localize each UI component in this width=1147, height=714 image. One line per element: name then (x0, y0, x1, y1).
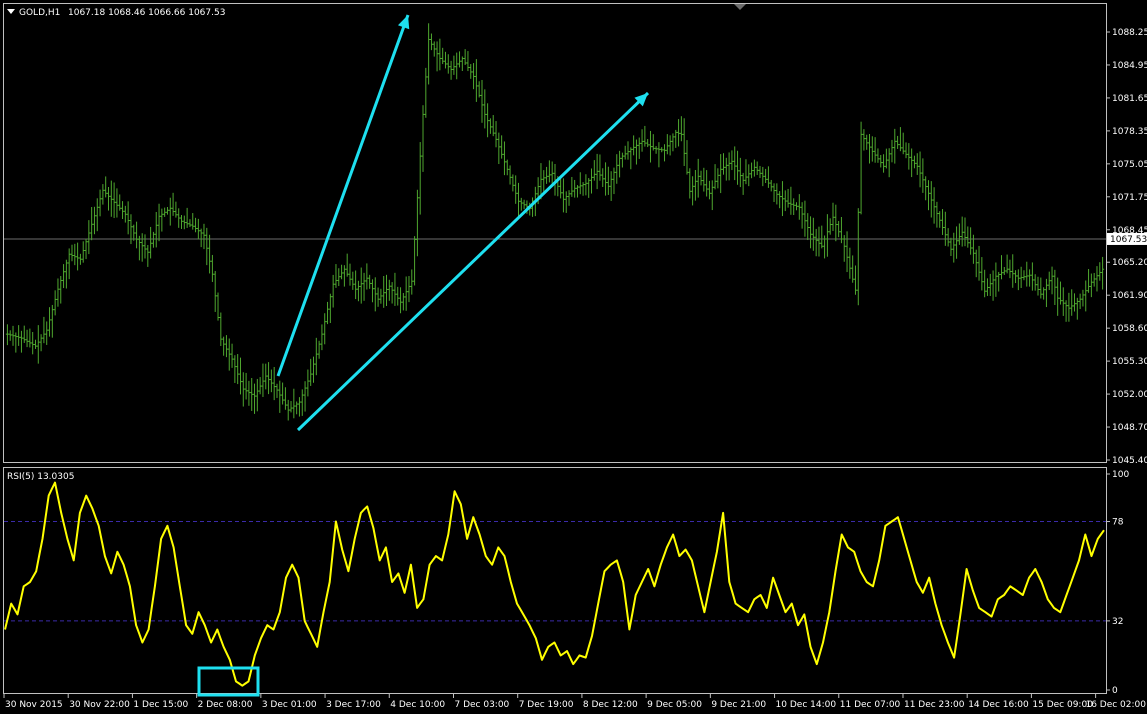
bid-line-group: 1067.53 (4, 232, 1147, 245)
ohlc-readout: 1067.18 1068.46 1066.66 1067.53 (68, 8, 225, 18)
rsi-tick-label: 0 (1112, 686, 1118, 696)
price-tick-label: 1055.30 (1112, 357, 1147, 367)
price-tick-label: 1052.00 (1112, 390, 1147, 400)
price-tick-label: 1084.95 (1112, 61, 1147, 71)
price-axis: 1088.25 1084.95 1081.65 1078.35 1075.05 1071.… (1106, 28, 1147, 466)
time-tick-label: 30 Nov 2015 (5, 700, 63, 710)
time-tick-label: 11 Dec 07:00 (840, 700, 901, 710)
trend-arrow-up-steep[interactable] (276, 14, 410, 377)
time-tick-label: 7 Dec 03:00 (454, 700, 509, 710)
price-panel-frame (3, 3, 1107, 463)
time-tick-label: 2 Dec 08:00 (198, 700, 253, 710)
chart-window[interactable]: GOLD,H1 1067.18 1068.46 1066.66 1067.53 … (0, 0, 1147, 710)
chart-shift-marker[interactable] (734, 4, 746, 10)
price-tick-label: 1058.60 (1112, 324, 1147, 334)
rsi-tick-label: 32 (1112, 617, 1123, 627)
bid-price-label: 1067.53 (1110, 235, 1147, 245)
time-tick-label: 30 Nov 22:00 (69, 700, 130, 710)
price-tick-label: 1081.65 (1112, 94, 1147, 104)
chart-canvas[interactable]: GOLD,H1 1067.18 1068.46 1066.66 1067.53 … (0, 0, 1147, 710)
price-tick-label: 1075.05 (1112, 160, 1147, 170)
time-tick-label: 11 Dec 23:00 (904, 700, 965, 710)
rsi-line (4, 481, 1105, 687)
rsi-levels (4, 521, 1106, 622)
time-tick-label: 9 Dec 21:00 (711, 700, 766, 710)
rsi-line-group (4, 481, 1105, 687)
price-tick-label: 1048.70 (1112, 423, 1147, 433)
time-tick-label: 8 Dec 12:00 (583, 700, 638, 710)
rsi-tick-label: 100 (1112, 470, 1129, 480)
symbol-title: GOLD,H1 (19, 8, 60, 18)
time-tick-label: 1 Dec 15:00 (133, 700, 188, 710)
time-tick-label: 14 Dec 16:00 (968, 700, 1029, 710)
symbol-dropdown-icon[interactable] (7, 9, 15, 14)
time-tick-label: 7 Dec 19:00 (519, 700, 574, 710)
time-tick-label: 10 Dec 14:00 (776, 700, 837, 710)
time-tick-label: 4 Dec 10:00 (390, 700, 445, 710)
trend-arrow-up-steep-head[interactable] (397, 15, 410, 30)
time-tick-label: 9 Dec 05:00 (647, 700, 702, 710)
time-axis: 30 Nov 2015 30 Nov 22:00 1 Dec 15:00 2 Dec … (3, 694, 1146, 710)
trend-arrow-up-gentle[interactable] (296, 91, 650, 432)
price-bars (5, 23, 1105, 421)
price-tick-label: 1061.90 (1112, 291, 1147, 301)
price-tick-label: 1088.25 (1112, 28, 1147, 38)
price-tick-label: 1045.40 (1112, 456, 1147, 466)
time-tick-label: 16 Dec 02:00 (1085, 700, 1146, 710)
time-tick-label: 15 Dec 09:00 (1032, 700, 1093, 710)
time-tick-label: 3 Dec 17:00 (326, 700, 381, 710)
rsi-axis: 100 78 32 0 (1106, 470, 1129, 696)
price-tick-label: 1078.35 (1112, 127, 1147, 137)
time-tick-label: 3 Dec 01:00 (262, 700, 317, 710)
rsi-title: RSI(5) 13.0305 (7, 472, 74, 482)
price-tick-label: 1065.20 (1112, 258, 1147, 268)
rsi-panel-frame (3, 467, 1107, 694)
price-tick-label: 1071.75 (1112, 193, 1147, 203)
rsi-tick-label: 78 (1112, 518, 1124, 528)
